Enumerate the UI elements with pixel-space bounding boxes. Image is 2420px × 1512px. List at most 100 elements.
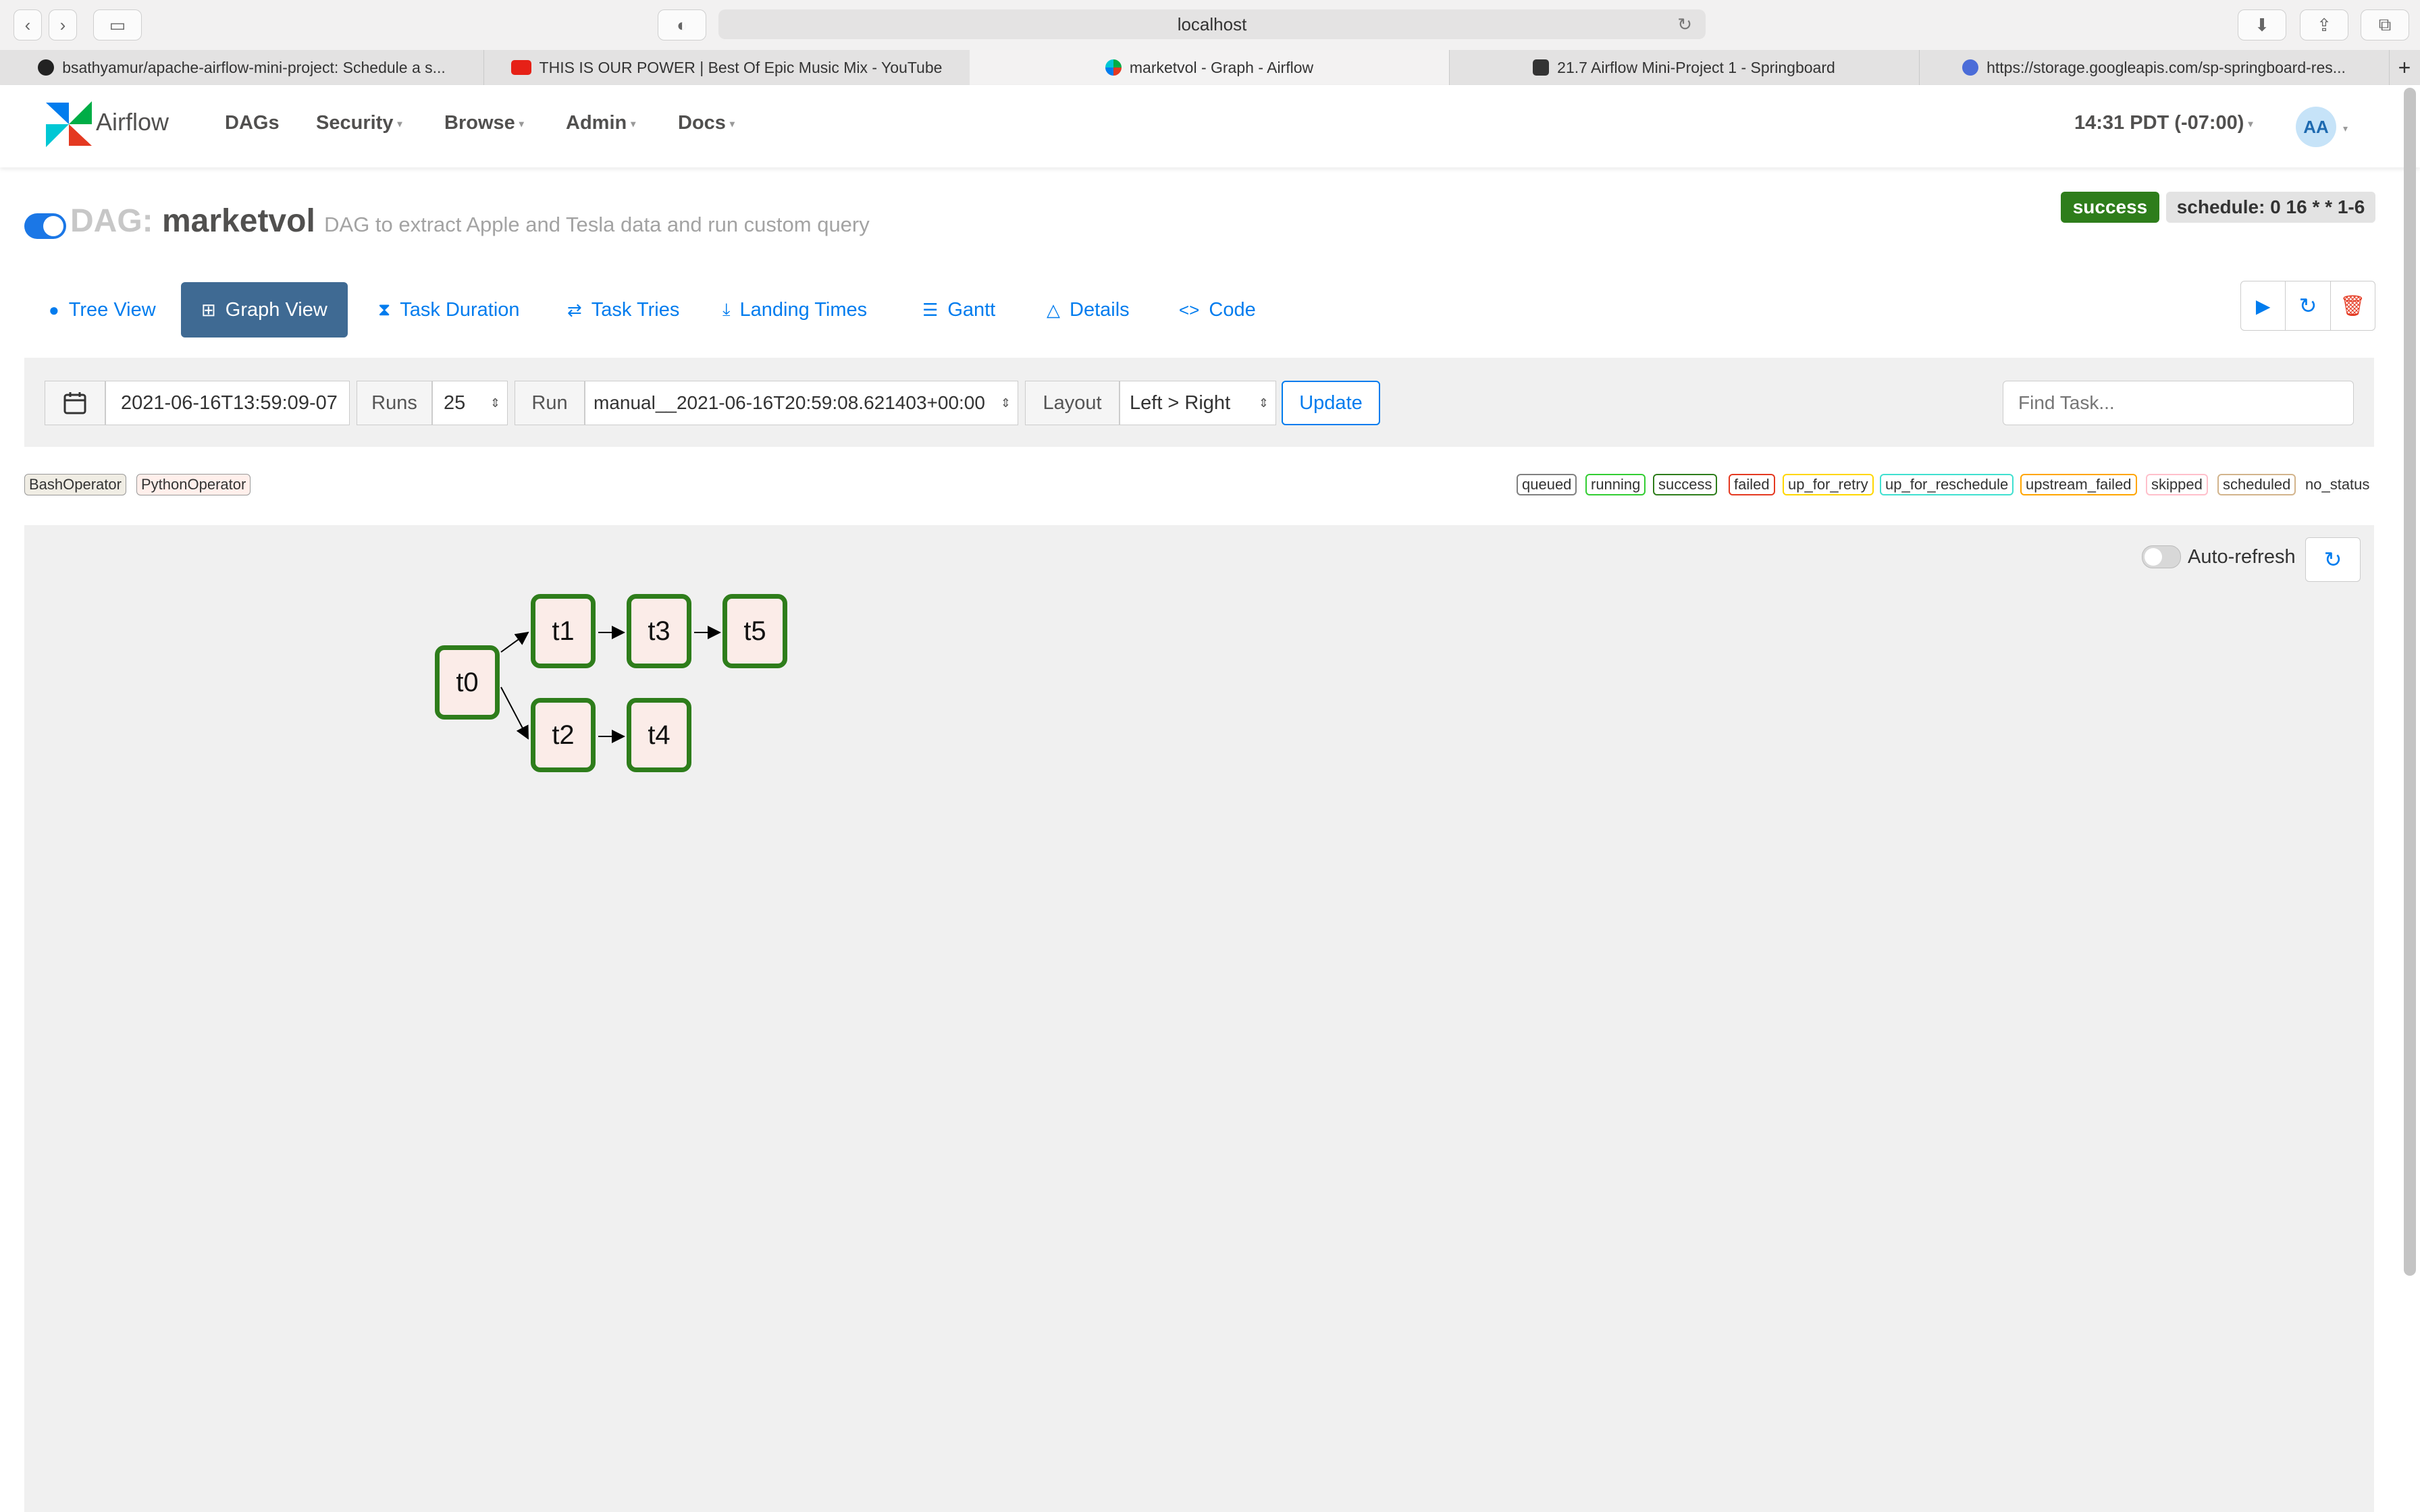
new-tab-button[interactable]: + (2389, 50, 2420, 85)
state-chip-failed[interactable]: failed (1729, 474, 1775, 495)
calendar-button[interactable] (45, 381, 105, 425)
task-node-t1[interactable]: t1 (531, 594, 596, 668)
refresh-dag-button[interactable]: ↻ (2286, 281, 2331, 330)
address-bar[interactable]: localhost ↻ (718, 9, 1706, 39)
browser-tab-github[interactable]: bsathyamur/apache-airflow-mini-project: … (0, 50, 484, 85)
task-node-t5[interactable]: t5 (722, 594, 787, 668)
caret-down-icon: ▾ (729, 117, 735, 129)
browser-tab-storage[interactable]: https://storage.googleapis.com/sp-spring… (1919, 50, 2390, 85)
timezone-label: 14:31 PDT (-07:00) (2074, 112, 2244, 134)
state-chip-queued[interactable]: queued (1517, 474, 1577, 495)
tab-tree-view[interactable]: ● Tree View (28, 282, 176, 338)
layout-value: Left > Right (1130, 392, 1231, 414)
state-chip-running[interactable]: running (1585, 474, 1646, 495)
nav-label: Browse (444, 112, 515, 134)
tab-details[interactable]: △ Details (1026, 282, 1150, 338)
downloads-button[interactable]: ⬇ (2238, 9, 2286, 40)
task-node-t0[interactable]: t0 (435, 645, 500, 720)
operator-chip-python[interactable]: PythonOperator (136, 474, 251, 495)
layout-select[interactable]: Left > Right ⇕ (1120, 381, 1276, 425)
share-button[interactable]: ⇪ (2300, 9, 2348, 40)
nav-browse[interactable]: Browse ▾ (444, 112, 524, 134)
nav-admin[interactable]: Admin ▾ (566, 112, 635, 134)
dag-action-group: ▶ ↻ 🗑 (2240, 281, 2375, 331)
graph-canvas[interactable]: Auto-refresh ↻ t0 t1 t2 t3 t4 t5 (24, 525, 2374, 1512)
gantt-icon: ☰ (922, 299, 939, 320)
tab-label: Details (1070, 298, 1130, 321)
back-button[interactable]: ‹ (14, 9, 42, 40)
tab-gantt[interactable]: ☰ Gantt (902, 282, 1016, 338)
forward-button[interactable]: › (49, 9, 77, 40)
tab-landing-times[interactable]: ⤓ Landing Times (702, 282, 887, 338)
dag-pause-toggle[interactable] (24, 213, 66, 239)
delete-dag-button[interactable]: 🗑 (2331, 281, 2375, 330)
update-button[interactable]: Update (1282, 381, 1380, 425)
state-chip-skipped[interactable]: skipped (2146, 474, 2208, 495)
tab-graph-view[interactable]: ⊞ Graph View (181, 282, 348, 338)
state-label: running (1591, 476, 1641, 493)
layout-label-text: Layout (1043, 392, 1102, 414)
task-node-t2[interactable]: t2 (531, 698, 596, 772)
page-scrollbar[interactable] (2404, 88, 2416, 1276)
timezone-selector[interactable]: 14:31 PDT (-07:00) ▾ (2074, 112, 2253, 134)
operator-chip-bash[interactable]: BashOperator (24, 474, 126, 495)
tab-label: Landing Times (739, 298, 868, 321)
tab-code[interactable]: <> Code (1159, 282, 1276, 338)
run-select[interactable]: manual__2021-06-16T20:59:08.621403+00:00… (585, 381, 1018, 425)
run-value: manual__2021-06-16T20:59:08.621403+00:00 (594, 392, 985, 413)
warning-triangle-icon: △ (1047, 299, 1060, 320)
tabs-icon: ⧉ (2378, 14, 2392, 34)
tab-label: Task Tries (591, 298, 680, 321)
browser-tab-airflow[interactable]: marketvol - Graph - Airflow (970, 50, 1450, 85)
nav-label: Admin (566, 112, 627, 134)
state-chip-up-for-reschedule[interactable]: up_for_reschedule (1880, 474, 2014, 495)
state-chip-scheduled[interactable]: scheduled (2217, 474, 2296, 495)
select-arrows-icon: ⇕ (1258, 396, 1269, 410)
state-chip-up-for-retry[interactable]: up_for_retry (1783, 474, 1874, 495)
browser-tab-label: https://storage.googleapis.com/sp-spring… (1987, 58, 2346, 76)
browser-tab-youtube[interactable]: THIS IS OUR POWER | Best Of Epic Music M… (483, 50, 970, 85)
sidebar-toggle-button[interactable]: ▭ (93, 9, 142, 40)
page-title: DAG: marketvol DAG to extract Apple and … (70, 202, 870, 240)
trash-icon: 🗑 (2340, 294, 2366, 317)
avatar[interactable]: AA (2296, 107, 2336, 147)
landing-icon: ⤓ (722, 299, 731, 319)
share-icon: ⇪ (2317, 14, 2332, 35)
task-node-t3[interactable]: t3 (627, 594, 691, 668)
privacy-button[interactable]: ◐ (658, 9, 706, 40)
state-label: up_for_retry (1788, 476, 1868, 493)
state-chip-upstream-failed[interactable]: upstream_failed (2020, 474, 2137, 495)
tab-task-duration[interactable]: ⧗ Task Duration (358, 282, 540, 338)
springboard-icon (1533, 59, 1550, 76)
shield-icon: ◐ (677, 14, 687, 35)
document-icon (1962, 59, 1979, 76)
browser-tab-springboard[interactable]: 21.7 Airflow Mini-Project 1 - Springboar… (1449, 50, 1920, 85)
toggle-knob (43, 216, 63, 236)
airflow-logo[interactable] (42, 97, 96, 155)
tree-icon: ● (49, 299, 59, 320)
reload-icon[interactable]: ↻ (1677, 14, 1692, 35)
state-label: queued (1522, 476, 1572, 493)
tab-task-tries[interactable]: ⇄ Task Tries (547, 282, 700, 338)
schedule-label: schedule: 0 16 * * 1-6 (2176, 196, 2365, 217)
graph-edges (500, 626, 721, 743)
nav-security[interactable]: Security ▾ (316, 112, 402, 134)
task-node-t4[interactable]: t4 (627, 698, 691, 772)
state-chip-success[interactable]: success (1653, 474, 1718, 495)
chevron-right-icon: › (59, 14, 66, 35)
base-date-input[interactable]: 2021-06-16T13:59:09-07 (105, 381, 350, 425)
layout-label: Layout (1025, 381, 1120, 425)
nav-dags[interactable]: DAGs (225, 112, 280, 134)
caret-down-icon[interactable]: ▾ (2343, 123, 2348, 134)
nav-docs[interactable]: Docs ▾ (678, 112, 735, 134)
sidebar-icon: ▭ (109, 14, 126, 35)
edge-t0-t2 (500, 686, 529, 740)
state-chip-no-status[interactable]: no_status (2301, 474, 2373, 495)
tabs-overview-button[interactable]: ⧉ (2361, 9, 2409, 40)
browser-tab-bar: bsathyamur/apache-airflow-mini-project: … (0, 50, 2420, 86)
trigger-dag-button[interactable]: ▶ (2241, 281, 2286, 330)
runs-select[interactable]: 25 ⇕ (432, 381, 508, 425)
dag-name[interactable]: marketvol (162, 203, 315, 239)
tab-label: Gantt (947, 298, 996, 321)
find-task-input[interactable] (2003, 381, 2354, 425)
